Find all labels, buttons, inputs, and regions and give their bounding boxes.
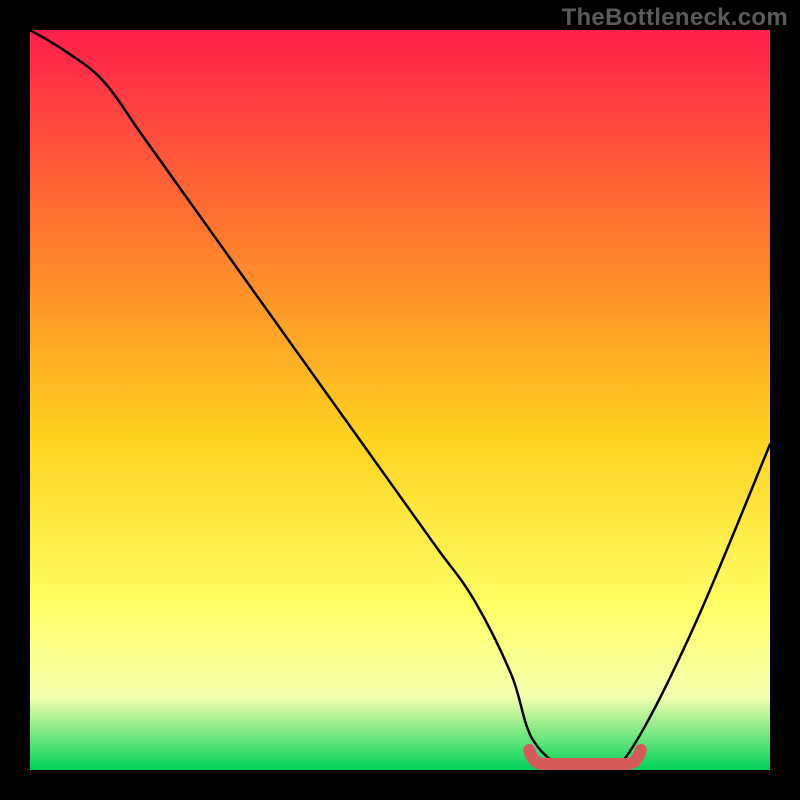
gradient-background	[30, 30, 770, 770]
chart-area	[30, 30, 770, 770]
watermark-text: TheBottleneck.com	[562, 4, 788, 32]
